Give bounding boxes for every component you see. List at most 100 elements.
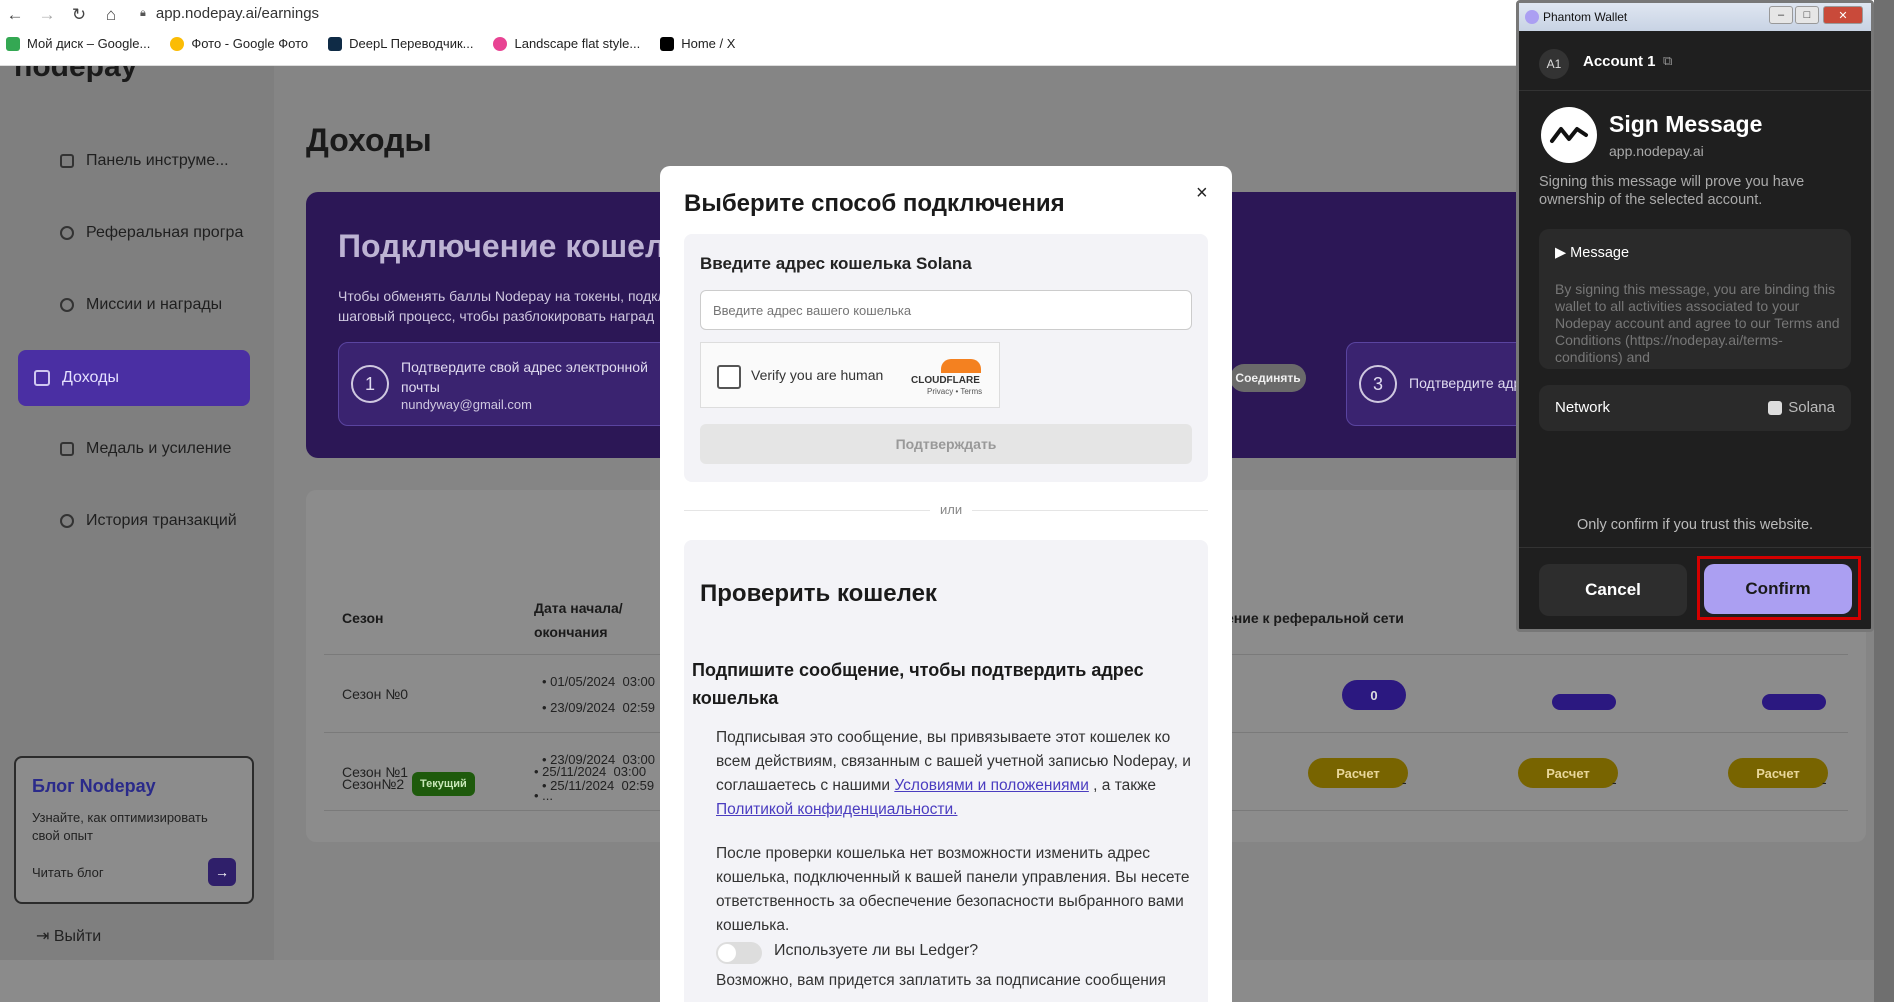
x-icon [660, 36, 675, 51]
dash-value: - [1822, 774, 1827, 790]
phantom-icon [1525, 10, 1539, 24]
status-badge: Расчет [1308, 758, 1408, 788]
gift-icon [34, 370, 50, 386]
cancel-button[interactable]: Cancel [1539, 564, 1687, 616]
network-row: Network Solana [1539, 385, 1851, 431]
arrow-right-icon[interactable]: → [208, 858, 236, 886]
blog-title: Блог Nodepay [32, 776, 156, 796]
fee-text: Возможно, вам придется заплатить за подп… [716, 972, 1166, 989]
bookmark-item[interactable]: Мой диск – Google... [6, 36, 150, 51]
status-badge: Расчет [1518, 758, 1618, 788]
home-icon[interactable]: ⌂ [100, 4, 122, 26]
action-footer: Cancel Confirm [1519, 547, 1871, 633]
step-card-1: 1 Подтвердите свой адрес электронной поч… [338, 342, 678, 426]
site-domain: app.nodepay.ai [1609, 143, 1704, 159]
wallet-address-input[interactable] [700, 290, 1192, 330]
sign-description: Signing this message will prove you have… [1539, 174, 1805, 208]
bookmark-item[interactable]: Landscape flat style... [493, 36, 640, 51]
th-referral: ение к реферальной сети [1226, 610, 1404, 626]
maximize-icon[interactable]: □ [1795, 6, 1819, 24]
minimize-icon[interactable]: – [1769, 6, 1793, 24]
or-label: или [930, 502, 973, 517]
ledger-toggle[interactable] [716, 942, 762, 964]
sidebar: nodepay Панель инструме... Реферальная п… [0, 66, 274, 960]
message-text: By signing this message, you are binding… [1555, 281, 1840, 365]
start-date: • 25/11/2024 03:00 [534, 764, 647, 779]
th-season: Сезон [342, 610, 384, 626]
read-blog-link[interactable]: Читать блог [32, 865, 104, 880]
close-icon[interactable]: × [1196, 182, 1208, 205]
connect-modal: Выберите способ подключения × Введите ад… [660, 166, 1232, 1002]
wallet-address-section: Введите адрес кошелька Solana Verify you… [684, 234, 1208, 482]
logout-button[interactable]: ⇥ Выйти [36, 926, 101, 946]
rocket-icon [60, 226, 74, 240]
bookmark-item[interactable]: Фото - Google Фото [170, 36, 308, 51]
dash-value: - [1402, 774, 1407, 790]
account-name[interactable]: Account 1 [1583, 53, 1656, 70]
cloudflare-links[interactable]: Privacy • Terms [927, 387, 982, 396]
photos-icon [170, 36, 185, 51]
modal-title: Выберите способ подключения [684, 190, 1065, 217]
th-dates: Дата начала/ окончания [534, 600, 623, 640]
sidebar-item-dashboard[interactable]: Панель инструме... [60, 146, 229, 176]
step-email: nundyway@gmail.com [401, 397, 532, 412]
end-date: • ... [534, 788, 554, 803]
dribbble-icon [493, 36, 508, 51]
deepl-icon [328, 36, 343, 51]
trust-warning: Only confirm if you trust this website. [1576, 517, 1814, 533]
app-logo: nodepay [14, 66, 138, 83]
season-name: Сезон№2 [342, 776, 405, 792]
account-header: A1 Account 1 ⧉ [1519, 31, 1871, 91]
history-icon [60, 514, 74, 528]
terms-link[interactable]: Условиями и положениями [894, 777, 1089, 794]
connect-button[interactable]: Соединять [1230, 364, 1306, 392]
grid-icon [60, 154, 74, 168]
message-toggle[interactable]: ▶ Message [1555, 245, 1629, 261]
value-pill-partial [1552, 694, 1616, 710]
bookmark-item[interactable]: Home / X [660, 36, 735, 51]
sidebar-item-earnings[interactable]: Доходы [18, 350, 250, 406]
captcha-checkbox[interactable] [717, 365, 741, 389]
avatar[interactable]: A1 [1539, 49, 1569, 79]
step-number: 3 [1359, 365, 1397, 403]
step-number: 1 [351, 365, 389, 403]
address-bar[interactable]: 🔒︎ app.nodepay.ai/earnings [140, 5, 319, 22]
dash-value: - [1612, 774, 1617, 790]
network-value: Solana [1768, 399, 1835, 416]
section-title: Введите адрес кошелька Solana [700, 254, 972, 273]
sidebar-item-missions[interactable]: Миссии и награды [60, 290, 222, 320]
confirm-button[interactable]: Confirm [1704, 564, 1852, 614]
sidebar-item-medal[interactable]: Медаль и усиление [60, 434, 231, 464]
back-icon[interactable]: ← [4, 4, 26, 26]
cube-icon [60, 442, 74, 456]
reload-icon[interactable]: ↻ [68, 4, 90, 26]
step-text: Подтвердите адр [1409, 375, 1522, 391]
close-icon[interactable]: ✕ [1823, 6, 1863, 24]
sidebar-item-history[interactable]: История транзакций [60, 506, 237, 536]
message-box[interactable]: ▶ Message By signing this message, you a… [1539, 229, 1851, 369]
end-date: • 25/11/2024 02:59 [542, 778, 655, 793]
copy-icon[interactable]: ⧉ [1663, 53, 1672, 69]
banner-text: Чтобы обменять баллы Nodepay на токены, … [338, 288, 666, 324]
blog-card: Блог Nodepay Узнайте, как оптимизировать… [14, 756, 254, 904]
sidebar-item-referral[interactable]: Реферальная програ [60, 218, 243, 248]
logout-icon: ⇥ [36, 928, 54, 945]
captcha-label: Verify you are human [751, 367, 884, 383]
privacy-link[interactable]: Политикой конфиденциальности. [716, 801, 957, 818]
step-text: Подтвердите свой адрес электронной почты [401, 359, 648, 395]
sign-subtitle: Подпишите сообщение, чтобы подтвердить а… [692, 660, 1144, 708]
scrollbar[interactable] [1874, 0, 1894, 1002]
banner-title: Подключение кошел [338, 228, 666, 264]
captcha-widget: Verify you are human CLOUDFLARE Privacy … [700, 342, 1000, 408]
nodepay-logo-icon [1541, 107, 1597, 163]
window-titlebar: Phantom Wallet – □ ✕ [1519, 3, 1871, 31]
blog-text: Узнайте, как оптимизировать свой опыт [32, 810, 208, 843]
verify-button[interactable]: Подтверждать [700, 424, 1192, 464]
url-text: app.nodepay.ai/earnings [155, 5, 320, 22]
bookmark-item[interactable]: DeepL Переводчик... [328, 36, 473, 51]
section-title: Проверить кошелек [700, 580, 937, 607]
status-badge: Расчет [1728, 758, 1828, 788]
page-title: Доходы [306, 122, 432, 158]
forward-icon[interactable]: → [36, 4, 58, 26]
value-pill-partial [1762, 694, 1826, 710]
